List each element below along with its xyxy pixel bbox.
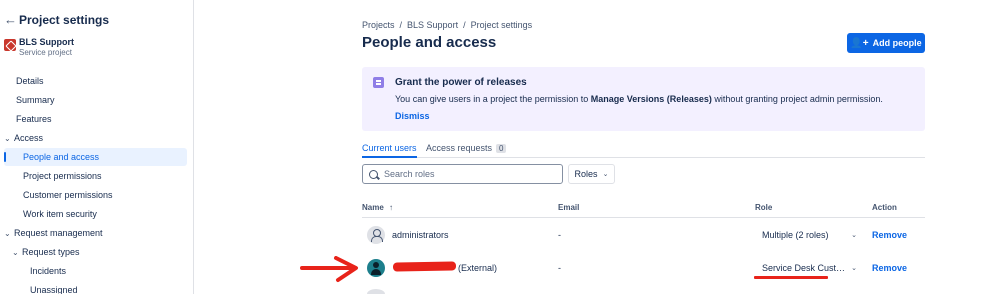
breadcrumb: Projects / BLS Support / Project settings [362,20,533,30]
column-header-name[interactable]: Name ↑ [362,203,393,212]
chevron-down-icon: ⌄ [851,232,857,239]
table-row: administrators - Multiple (2 roles) ⌄ Rem… [362,222,925,254]
chevron-down-icon: ⌄ [851,265,857,272]
red-underline-annotation [754,276,828,279]
sidebar-item-details[interactable]: Details [16,72,44,90]
sidebar-header: ← Project settings [4,12,109,27]
banner-title: Grant the power of releases [395,77,527,88]
add-people-button[interactable]: 👤+ Add people [847,33,925,53]
page-title: People and access [362,34,497,51]
sidebar: ← Project settings BLS Support Service p… [0,0,194,294]
table-header-divider [362,217,925,218]
user-name: administrators [392,230,449,240]
dismiss-link[interactable]: Dismiss [395,111,430,121]
redaction-mark [392,261,457,272]
sidebar-item-customer-permissions[interactable]: Customer permissions [23,186,113,204]
sidebar-item-unassigned[interactable]: Unassigned [30,281,78,294]
sidebar-item-features[interactable]: Features [16,110,52,128]
sidebar-item-request-types[interactable]: ⌄ Request types [12,243,80,261]
search-icon [369,169,378,179]
user-avatar [367,289,385,294]
column-header-action: Action [872,203,897,212]
column-header-email: Email [558,203,580,212]
chevron-down-icon: ⌄ [602,171,609,178]
user-email: - [558,263,561,273]
project-header[interactable]: BLS Support Service project [4,37,74,57]
banner-message: You can give users in a project the perm… [395,94,883,104]
chevron-down-icon: ⌄ [4,134,11,143]
arrow-up-icon: ↑ [389,203,394,212]
roles-filter-button[interactable]: Roles ⌄ [568,164,615,184]
sidebar-item-incidents[interactable]: Incidents [30,262,66,280]
user-avatar [367,259,385,277]
search-placeholder: Search roles [384,169,435,179]
breadcrumb-project-settings[interactable]: Project settings [471,20,533,30]
project-name: BLS Support [19,37,74,47]
role-select[interactable]: Multiple (2 roles) ⌄ [762,225,857,245]
access-requests-count: 0 [496,144,507,153]
group-avatar-icon [367,226,385,244]
sidebar-item-request-management[interactable]: ⌄ Request management [4,224,103,242]
remove-button[interactable]: Remove [872,263,907,273]
add-person-icon: 👤+ [850,37,869,49]
sidebar-item-summary[interactable]: Summary [16,91,55,109]
user-email: - [558,230,561,240]
sidebar-item-access[interactable]: ⌄ Access [4,129,43,147]
breadcrumb-bls-support[interactable]: BLS Support [407,20,458,30]
sidebar-item-people-and-access[interactable]: People and access [4,148,187,166]
releases-banner: Grant the power of releases You can give… [362,67,925,131]
project-type: Service project [19,48,72,57]
role-select[interactable]: Service Desk Cust… ⌄ [762,258,857,278]
breadcrumb-projects[interactable]: Projects [362,20,395,30]
tab-access-requests[interactable]: Access requests 0 [426,143,507,157]
tab-list: Current users Access requests 0 [362,143,925,158]
user-name: (External) [458,263,498,273]
sidebar-title: Project settings [19,12,110,27]
column-header-role: Role [755,203,773,212]
search-input[interactable]: Search roles [362,164,563,184]
chevron-down-icon: ⌄ [4,229,11,238]
active-indicator [4,152,6,162]
sidebar-item-work-item-security[interactable]: Work item security [23,205,97,223]
remove-button[interactable]: Remove [872,230,907,240]
releases-icon [373,77,384,88]
project-avatar-icon [4,39,16,51]
table-row: (External) - Service Desk Cust… ⌄ Remove [362,255,925,287]
chevron-down-icon: ⌄ [12,248,19,257]
tab-current-users[interactable]: Current users [362,143,417,158]
red-arrow-annotation [300,256,358,282]
arrow-left-icon[interactable]: ← [4,12,17,27]
sidebar-item-project-permissions[interactable]: Project permissions [23,167,102,185]
